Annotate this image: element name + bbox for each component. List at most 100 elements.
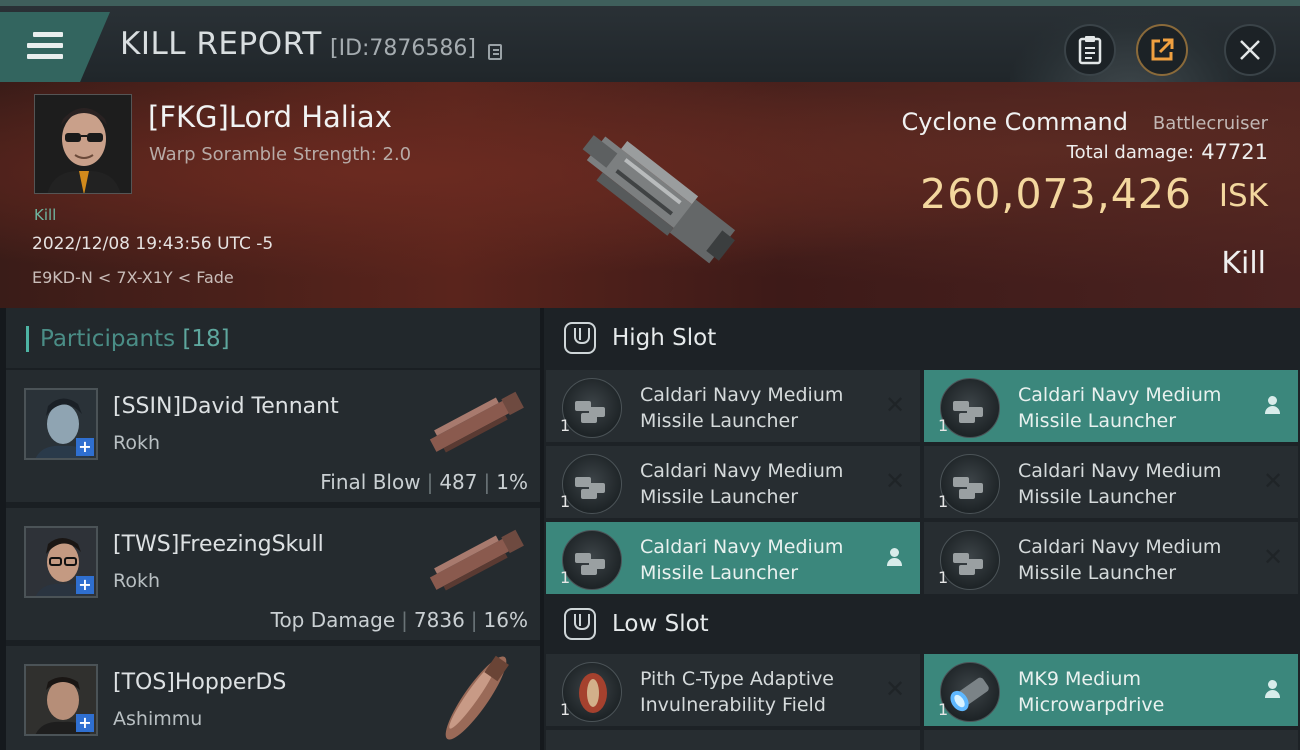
module-item[interactable] [546,730,920,750]
top-bar: KILL REPORT [ID:7876586] [0,0,1300,88]
ship-name[interactable]: Cyclone Command [902,108,1128,136]
planet-decoration [1010,6,1250,88]
close-button[interactable] [1224,24,1276,76]
participant-avatar[interactable]: + [24,664,98,736]
clipboard-icon [1078,36,1102,65]
module-name: Caldari Navy Medium Missile Launcher [1018,384,1222,432]
report-id: [ID:7876586] [330,36,476,61]
participant-percent: 16% [483,608,528,632]
kill-timestamp: 2022/12/08 19:43:56 UTC -5 [32,234,274,254]
module-name: Caldari Navy Medium Missile Launcher [1018,460,1222,508]
result-label: Kill [1221,246,1266,281]
participant-name[interactable]: [SSIN]David Tennant [113,394,339,419]
module-quantity: 1 [560,700,571,719]
destroyed-icon: ✕ [884,391,906,419]
menu-icon [27,32,63,65]
participants-title-text: Participants [40,326,176,352]
participant-row[interactable]: + [SSIN]David Tennant Rokh Final Blow | 48… [6,370,540,502]
victim-name[interactable]: [FKG]Lord Haliax [148,100,392,134]
close-icon [1240,40,1260,60]
high-slot-header: High Slot [544,308,1300,368]
destroyed-icon: ✕ [884,467,906,495]
participant-name[interactable]: [TOS]HopperDS [113,670,286,695]
module-quantity: 1 [938,700,949,719]
portrait-image [35,95,131,193]
add-contact-icon[interactable]: + [76,438,94,456]
module-item[interactable]: 1 Caldari Navy Medium Missile Launcher ✕ [924,522,1298,594]
share-icon [1151,38,1174,61]
participant-role: Top Damage [270,608,396,632]
fitting-panel: High Slot 1 Caldari Navy Medium Missile … [544,308,1300,750]
participant-avatar[interactable]: + [24,388,98,460]
dropped-icon [1262,394,1284,416]
total-damage-value: 47721 [1201,140,1268,164]
module-item[interactable]: 1 MK9 Medium Microwarpdrive [924,654,1298,726]
kill-banner: [FKG]Lord Haliax Warp Soramble Strength:… [0,82,1300,308]
destroyed-icon: ✕ [1262,543,1284,571]
shield-module-icon [562,662,622,722]
isk-unit: ISK [1218,178,1268,214]
warp-scramble-strength: Warp Soramble Strength: 2.0 [149,144,412,165]
participants-panel: Participants [18] + [SSIN]David Tennant … [6,308,540,750]
microwarpdrive-icon [940,662,1000,722]
participant-damage: 487 [439,470,478,494]
participant-row[interactable]: + [TOS]HopperDS Ashimmu [6,646,540,750]
victim-avatar[interactable] [34,94,132,194]
victim-ship-image [582,135,736,264]
copy-icon[interactable] [488,44,502,60]
participant-role: Final Blow [320,470,421,494]
dropped-icon [884,546,906,568]
ship-class: Battlecruiser [1152,113,1268,134]
module-item[interactable]: 1 Caldari Navy Medium Missile Launcher ✕ [924,446,1298,518]
participants-header: Participants [18] [6,308,540,368]
participant-name[interactable]: [TWS]FreezingSkull [113,532,324,557]
module-quantity: 1 [938,492,949,511]
participant-ship-image [445,655,509,740]
participant-damage: 7836 [413,608,465,632]
share-button[interactable] [1136,24,1188,76]
module-item[interactable] [924,730,1298,750]
low-slot-title: Low Slot [612,611,709,637]
module-name: Caldari Navy Medium Missile Launcher [640,460,844,508]
module-item[interactable]: 1 Pith C-Type Adaptive Invulnerability F… [546,654,920,726]
module-item[interactable]: 1 Caldari Navy Medium Missile Launcher [546,522,920,594]
participant-avatar[interactable]: + [24,526,98,598]
participant-percent: 1% [496,470,528,494]
destroyed-icon: ✕ [884,675,906,703]
participant-ship: Rokh [113,432,161,454]
participant-ship-image [429,529,524,591]
high-slot-title: High Slot [612,325,717,351]
missile-launcher-icon [940,530,1000,590]
low-slot-header: Low Slot [544,594,1300,654]
module-name: Caldari Navy Medium Missile Launcher [1018,536,1222,584]
page-title: KILL REPORT [120,26,322,62]
missile-launcher-icon [940,454,1000,514]
add-contact-icon[interactable]: + [76,714,94,732]
isk-value: 260,073,426 [920,170,1192,218]
total-damage-label: Total damage: [1066,142,1194,163]
module-item[interactable]: 1 Caldari Navy Medium Missile Launcher ✕ [546,370,920,442]
dropped-icon [1262,678,1284,700]
missile-launcher-icon [562,378,622,438]
module-quantity: 1 [560,492,571,511]
participant-stats: Final Blow | 487 | 1% [320,470,528,494]
module-quantity: 1 [560,568,571,587]
menu-button[interactable] [0,12,110,84]
low-slot-icon [564,608,596,640]
participant-ship: Ashimmu [113,708,203,730]
module-quantity: 1 [938,416,949,435]
add-contact-icon[interactable]: + [76,576,94,594]
participant-row[interactable]: + [TWS]FreezingSkull Rokh Top Damage | 783… [6,508,540,640]
module-quantity: 1 [560,416,571,435]
missile-launcher-icon [940,378,1000,438]
missile-launcher-icon [562,454,622,514]
clipboard-button[interactable] [1064,24,1116,76]
module-name: Pith C-Type Adaptive Invulnerability Fie… [640,668,834,716]
module-name: Caldari Navy Medium Missile Launcher [640,384,844,432]
kill-location[interactable]: E9KD-N < 7X-X1Y < Fade [32,268,234,287]
participants-count: [18] [182,326,230,352]
module-item[interactable]: 1 Caldari Navy Medium Missile Launcher ✕ [546,446,920,518]
module-item[interactable]: 1 Caldari Navy Medium Missile Launcher [924,370,1298,442]
high-slot-icon [564,322,596,354]
destroyed-icon: ✕ [1262,467,1284,495]
